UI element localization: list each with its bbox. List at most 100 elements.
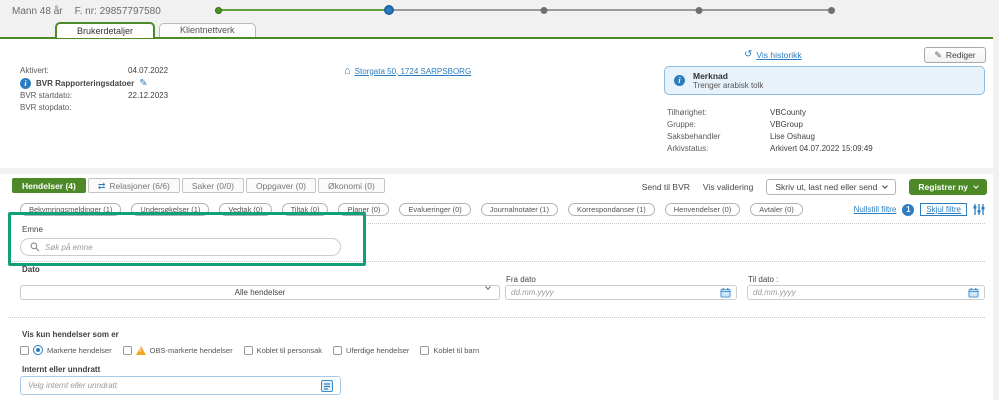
list-select-icon[interactable] bbox=[321, 379, 333, 392]
stepper-track-completed bbox=[215, 9, 389, 11]
internal-filter-input[interactable] bbox=[28, 381, 317, 390]
sliders-filter-icon bbox=[973, 204, 985, 215]
pill-planer[interactable]: Planer (0) bbox=[338, 203, 390, 216]
tilhorighet-label: Tilhørighet: bbox=[667, 108, 707, 117]
checkbox-obs-markerte: OBS-markerte hendelser bbox=[122, 345, 233, 355]
note-text: Trenger arabisk tolk bbox=[693, 81, 764, 90]
pill-vedtak[interactable]: Vedtak (0) bbox=[219, 203, 272, 216]
checkbox-label: OBS-markerte hendelser bbox=[149, 345, 233, 355]
register-new-label: Registrer ny bbox=[918, 182, 968, 192]
relations-icon: ⇄ bbox=[97, 180, 106, 191]
warning-triangle-icon bbox=[135, 345, 146, 355]
pill-korrespondanser[interactable]: Korrespondanser (1) bbox=[567, 203, 655, 216]
internal-filter-label: Internt eller unndratt bbox=[22, 365, 101, 374]
tab-oppgaver[interactable]: Oppgaver (0) bbox=[245, 178, 317, 193]
page: Mann 48 år F. nr: 29857797580 Brukerdeta… bbox=[0, 0, 999, 400]
checkbox-koblet-barn: Koblet til barn bbox=[420, 345, 480, 355]
event-type-select-value: Alle hendelser bbox=[234, 288, 286, 297]
pill-bekymringsmeldinger[interactable]: Bekymringsmeldinger (1) bbox=[20, 203, 122, 216]
note-title: Merknad bbox=[693, 71, 728, 81]
user-details-card: Aktivert: 04.07.2022 i BVR Rapporterings… bbox=[0, 37, 993, 168]
note-box: i Merknad Trenger arabisk tolk bbox=[664, 66, 985, 95]
filter-count-badge: 1 bbox=[902, 203, 915, 216]
startdato-label: BVR startdato: bbox=[20, 91, 73, 100]
tab-relasjoner-label: Relasjoner (6/6) bbox=[109, 180, 170, 191]
edit-button-label: Rediger bbox=[945, 50, 976, 60]
step-dot bbox=[540, 7, 548, 14]
hide-filters-button[interactable]: Skjul filtre bbox=[920, 203, 967, 216]
pill-journalnotater[interactable]: Journalnotater (1) bbox=[480, 203, 558, 216]
progress-stepper bbox=[215, 3, 835, 17]
address-row: ⌂ Storgata 50, 1724 SARPSBORG bbox=[344, 66, 472, 77]
pill-evalueringer[interactable]: Evalueringer (0) bbox=[399, 203, 471, 216]
topbar: Mann 48 år F. nr: 29857797580 bbox=[0, 0, 999, 24]
send-til-bvr-button[interactable]: Send til BVR bbox=[642, 182, 690, 192]
event-type-pills: Bekymringsmeldinger (1) Undersøkelser (1… bbox=[20, 203, 803, 216]
edit-button[interactable]: ✎ Rediger bbox=[924, 47, 986, 63]
chevron-down-icon bbox=[485, 284, 491, 290]
gruppe-value: VBGroup bbox=[770, 120, 803, 129]
tab-klientnettverk[interactable]: Klientnettverk bbox=[159, 23, 256, 37]
arkivstatus-label: Arkivstatus: bbox=[667, 144, 709, 153]
aktivert-value: 04.07.2022 bbox=[128, 66, 169, 75]
chevron-down-icon bbox=[973, 183, 979, 189]
section-tabs: Hendelser (4) ⇄ Relasjoner (6/6) Saker (… bbox=[12, 178, 385, 193]
saksbehandler-value: Lise Oshaug bbox=[770, 132, 815, 141]
checkbox[interactable] bbox=[20, 345, 29, 355]
pill-henvendelser[interactable]: Henvendelser (0) bbox=[664, 203, 741, 216]
emne-search-input[interactable] bbox=[45, 242, 331, 252]
pill-avtaler[interactable]: Avtaler (0) bbox=[750, 203, 803, 216]
filter-controls: Nullstill filtre 1 Skjul filtre bbox=[854, 203, 985, 216]
print-download-label: Skriv ut, last ned eller send bbox=[775, 182, 878, 192]
event-type-select[interactable]: Alle hendelser bbox=[20, 284, 500, 300]
stopdato-label: BVR stopdato: bbox=[20, 103, 72, 112]
checkbox-label: Koblet til barn bbox=[433, 345, 480, 355]
from-date-input[interactable] bbox=[511, 288, 716, 297]
hide-filters-label: Skjul filtre bbox=[926, 205, 961, 214]
checkbox[interactable] bbox=[122, 345, 132, 355]
tab-okonomi[interactable]: Økonomi (0) bbox=[318, 178, 385, 193]
pill-undersokelser[interactable]: Undersøkelser (1) bbox=[131, 203, 210, 216]
pill-tiltak[interactable]: Tiltak (0) bbox=[281, 203, 329, 216]
arkivstatus-value: Arkivert 04.07.2022 15:09:49 bbox=[770, 144, 873, 153]
note-info-icon: i bbox=[674, 75, 685, 86]
patient-label: Mann 48 år bbox=[12, 6, 63, 17]
internal-filter-field bbox=[20, 376, 341, 395]
step-dot bbox=[828, 7, 835, 14]
history-link[interactable]: ↺ Vis historikk bbox=[744, 50, 802, 61]
from-date-field bbox=[505, 285, 737, 300]
saksbehandler-label: Saksbehandler bbox=[667, 132, 721, 141]
checkbox[interactable] bbox=[243, 345, 253, 355]
show-only-events-label: Vis kun hendelser som er bbox=[22, 330, 119, 339]
vis-validering-button[interactable]: Vis validering bbox=[703, 182, 753, 192]
history-link-label[interactable]: Vis historikk bbox=[756, 50, 801, 60]
calendar-icon[interactable] bbox=[968, 287, 979, 298]
tab-relasjoner[interactable]: ⇄ Relasjoner (6/6) bbox=[87, 178, 180, 193]
main-tabs: Brukerdetaljer Klientnettverk bbox=[55, 22, 256, 39]
step-dot-current bbox=[383, 5, 394, 15]
step-dot bbox=[695, 7, 703, 14]
calendar-icon[interactable] bbox=[720, 287, 731, 298]
bvr-reporting-dates-label: BVR Rapporteringsdatoer bbox=[36, 79, 135, 88]
edit-button-pencil-icon: ✎ bbox=[934, 49, 942, 60]
chevron-down-icon bbox=[882, 183, 889, 189]
print-download-dropdown[interactable]: Skriv ut, last ned eller send bbox=[766, 179, 897, 195]
tab-saker[interactable]: Saker (0/0) bbox=[181, 178, 244, 193]
to-date-input[interactable] bbox=[753, 288, 964, 297]
register-new-button[interactable]: Registrer ny bbox=[909, 179, 987, 195]
tilhorighet-value: VBCounty bbox=[770, 108, 807, 117]
reset-filters-link[interactable]: Nullstill filtre bbox=[854, 205, 897, 214]
tab-brukerdetaljer[interactable]: Brukerdetaljer bbox=[55, 22, 156, 38]
checkbox[interactable] bbox=[333, 345, 343, 355]
separator bbox=[368, 223, 985, 224]
tab-hendelser[interactable]: Hendelser (4) bbox=[12, 178, 86, 193]
event-filter-checkboxes: Markerte hendelser OBS-markerte hendelse… bbox=[20, 345, 479, 355]
to-date-label: Til dato : bbox=[748, 275, 779, 284]
dato-label: Dato bbox=[22, 265, 40, 274]
bvr-reporting-dates-row: i BVR Rapporteringsdatoer ✎ bbox=[20, 78, 148, 89]
startdato-value: 22.12.2023 bbox=[128, 91, 169, 100]
separator bbox=[8, 317, 985, 318]
address-link[interactable]: Storgata 50, 1724 SARPSBORG bbox=[355, 67, 472, 76]
checkbox[interactable] bbox=[420, 345, 430, 355]
edit-pencil-icon[interactable]: ✎ bbox=[139, 78, 147, 89]
